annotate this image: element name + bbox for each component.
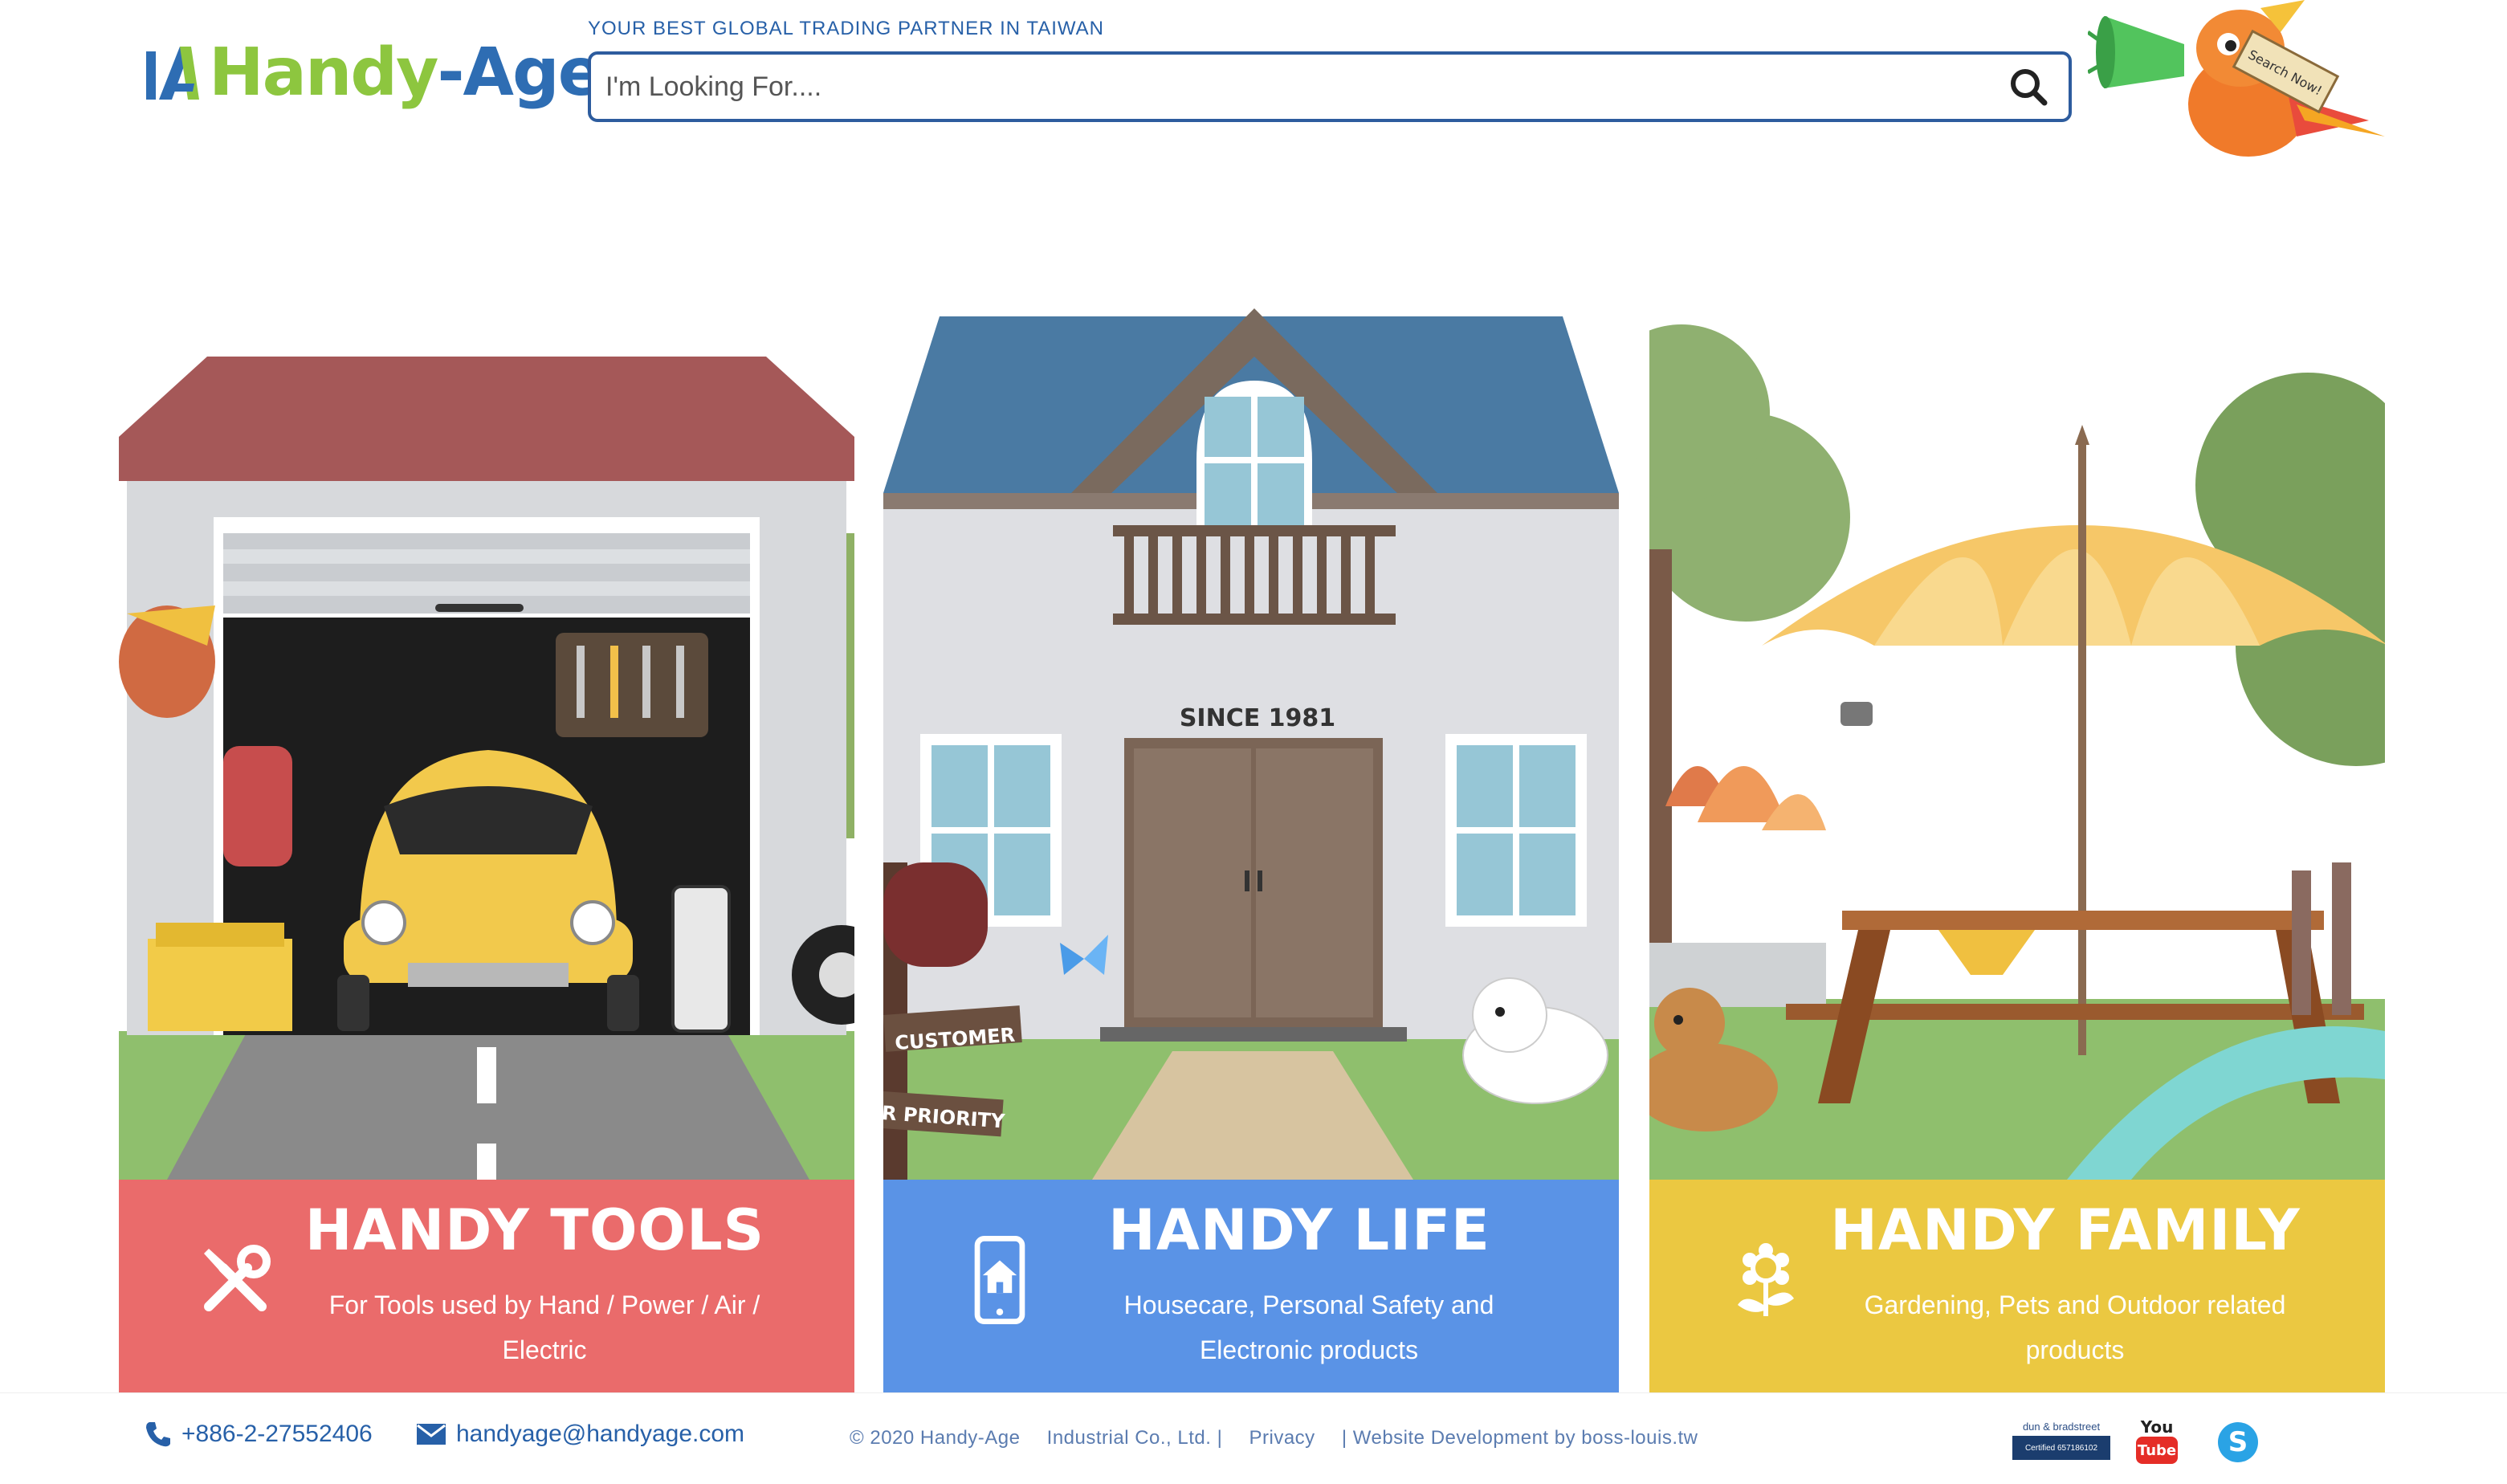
logo-word-1: Handy [209, 34, 438, 111]
garage-illustration [119, 308, 854, 1180]
footer-email-link[interactable]: handyage@handyage.com [416, 1421, 744, 1448]
dun-bradstreet-badge[interactable]: dun & bradstreet Certified 657186102 [2012, 1418, 2110, 1466]
category-card-handy-tools[interactable]: HANDY TOOLS For Tools used by Hand / Pow… [119, 308, 854, 1392]
youtube-bottom-text: Tube [2136, 1437, 2178, 1464]
logo-word-2: -Age [437, 34, 603, 111]
house-illustration: SINCE 1981 CUSTOMER R PRIORITY [883, 308, 1619, 1180]
privacy-link[interactable]: Privacy [1249, 1427, 1315, 1449]
search-bar [588, 51, 2072, 122]
category-card-handy-family[interactable]: HANDY FAMILY Gardening, Pets and Outdoor… [1649, 308, 2385, 1392]
footer-badges: dun & bradstreet Certified 657186102 You… [2012, 1417, 2258, 1467]
skype-icon[interactable]: S [2218, 1422, 2258, 1462]
category-description: Housecare, Personal Safety and Electroni… [1123, 1290, 1494, 1364]
category-card-handy-life[interactable]: SINCE 1981 CUSTOMER R PRIORITY HANDY LIF… [883, 308, 1619, 1392]
category-title: HANDY TOOLS [304, 1197, 765, 1263]
footer-phone-text: +886-2-27552406 [181, 1421, 373, 1447]
tagline: YOUR BEST GLOBAL TRADING PARTNER IN TAIW… [588, 18, 1105, 39]
site-footer: +886-2-27552406 handyage@handyage.com © … [0, 1392, 2507, 1484]
category-description: For Tools used by Hand / Power / Air / E… [328, 1290, 760, 1364]
category-title: HANDY FAMILY [1830, 1197, 2301, 1263]
search-button[interactable] [2003, 61, 2054, 112]
footer-email-text: handyage@handyage.com [456, 1421, 745, 1447]
category-title: HANDY LIFE [1108, 1197, 1490, 1263]
youtube-top-text: You [2140, 1417, 2174, 1437]
logo-mark-icon [146, 47, 199, 100]
mail-icon [417, 1424, 446, 1445]
phone-icon [146, 1422, 170, 1447]
since-1981-text: SINCE 1981 [1180, 704, 1335, 732]
category-label-band: HANDY FAMILY Gardening, Pets and Outdoor… [1649, 1180, 2385, 1392]
category-label-band: HANDY TOOLS For Tools used by Hand / Pow… [119, 1180, 854, 1392]
logo-wordmark: Handy-Age [209, 34, 603, 111]
copyright-text: © 2020 Handy-Age [850, 1427, 1021, 1449]
site-header: Handy-Age YOUR BEST GLOBAL TRADING PARTN… [0, 0, 2507, 161]
garden-illustration [1649, 308, 2385, 1180]
dev-credit-link[interactable]: | Website Development by boss-louis.tw [1342, 1427, 1698, 1449]
search-icon [2011, 69, 2048, 106]
company-text: Industrial Co., Ltd. | [1046, 1427, 1223, 1449]
mascot-search-now-image[interactable]: Search Now! [2088, 0, 2385, 161]
footer-copyright: © 2020 Handy-Age Industrial Co., Ltd. | … [850, 1427, 1719, 1449]
youtube-icon[interactable]: You Tube [2134, 1417, 2179, 1467]
footer-phone-link[interactable]: +886-2-27552406 [145, 1421, 373, 1448]
dnb-top-text: dun & bradstreet [2022, 1421, 2101, 1433]
dnb-bottom-text: Certified 657186102 [2012, 1436, 2110, 1460]
category-description: Gardening, Pets and Outdoor related prod… [1864, 1290, 2286, 1364]
search-input[interactable] [605, 71, 2003, 103]
site-logo[interactable]: Handy-Age [145, 32, 603, 112]
category-label-band: HANDY LIFE Housecare, Personal Safety an… [883, 1180, 1619, 1392]
